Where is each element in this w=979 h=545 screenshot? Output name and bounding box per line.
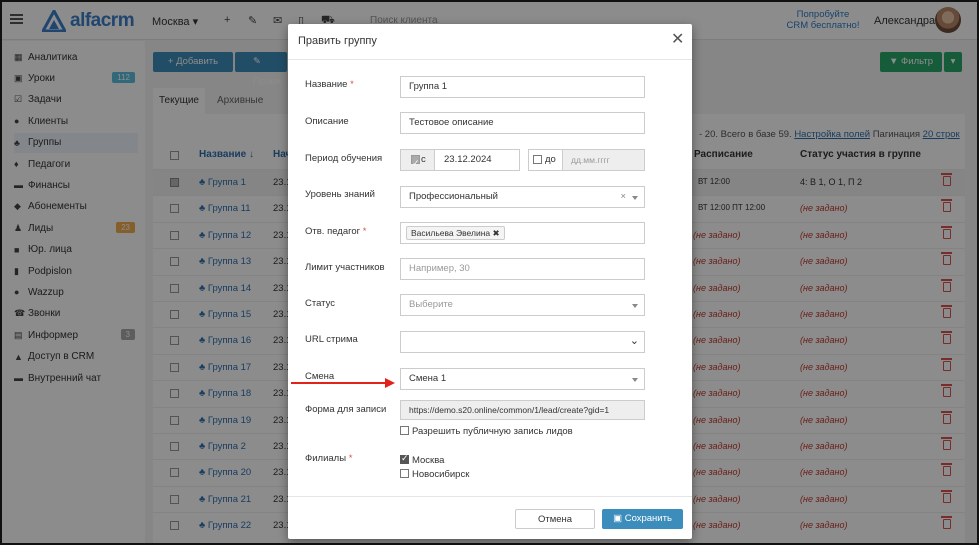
teacher-select[interactable]: Васильева Эвелина ✖ [400, 222, 645, 244]
period-label: Период обучения [305, 153, 383, 164]
branch-moscow-label: Москва [412, 455, 445, 466]
description-label: Описание [305, 116, 349, 127]
cancel-button[interactable]: Отмена [515, 509, 595, 529]
public-lead-checkbox[interactable] [400, 426, 409, 435]
form-label: Форма для записи [305, 404, 387, 415]
description-input[interactable]: Тестовое описание [400, 112, 645, 134]
teacher-label: Отв. педагог * [305, 226, 367, 237]
chevron-down-icon: ⌄ [629, 335, 639, 347]
period-to-date-input[interactable]: дд.мм.гггг [571, 150, 610, 170]
status-placeholder: Выберите [409, 299, 453, 310]
name-label: Название * [305, 79, 354, 90]
branch-novosibirsk-checkbox[interactable] [400, 469, 409, 478]
required-mark: * [362, 226, 367, 237]
save-button[interactable]: ▣ Сохранить [602, 509, 683, 529]
period-from-date[interactable]: 23.12.2024 [444, 150, 492, 170]
group-name-input[interactable]: Группа 1 [400, 76, 645, 98]
period-from-addon: с [401, 150, 435, 173]
limit-label: Лимит участников [305, 262, 385, 273]
form-url-field[interactable]: https://demo.s20.online/common/1/lead/cr… [400, 400, 645, 420]
close-icon[interactable]: ✕ [671, 32, 684, 48]
period-to-group: до дд.мм.гггг [528, 149, 645, 171]
period-from-group: с 23.12.2024 [400, 149, 520, 173]
branch-novosibirsk-label: Новосибирск [412, 469, 470, 480]
public-lead-label: Разрешить публичную запись лидов [412, 426, 573, 437]
chevron-down-icon [632, 196, 638, 200]
app-window: alfacrm Москва ▾ + ✎ ✉ ▯ ⛟ Поиск клиента… [0, 0, 979, 545]
required-mark: * [350, 79, 354, 90]
level-label: Уровень знаний [305, 189, 375, 200]
stream-url-select[interactable]: ⌄ [400, 331, 645, 353]
modal-header-divider [288, 59, 692, 60]
status-select[interactable]: Выберите [400, 294, 645, 316]
modal-title: Править группу [298, 35, 377, 47]
annotation-arrow-head [385, 378, 395, 388]
chevron-down-icon [632, 304, 638, 308]
save-label: Сохранить [624, 513, 672, 524]
modal-footer-divider [288, 496, 692, 497]
name-label-text: Название [305, 79, 348, 90]
limit-input[interactable]: Например, 30 [400, 258, 645, 280]
chevron-down-icon [632, 378, 638, 382]
level-value: Профессиональный [409, 191, 498, 202]
teacher-tag[interactable]: Васильева Эвелина ✖ [406, 226, 505, 240]
period-to-checkbox[interactable] [533, 155, 542, 164]
branch-moscow-checkbox[interactable] [400, 453, 409, 464]
save-icon: ▣ [613, 513, 623, 524]
stream-url-label: URL стрима [305, 334, 358, 345]
edit-group-modal: Править группу ✕ Название * Группа 1 Опи… [288, 24, 692, 539]
shift-label: Смена [305, 371, 335, 382]
status-label: Статус [305, 298, 336, 309]
shift-value: Смена 1 [409, 373, 447, 384]
period-to-label: до [545, 154, 556, 165]
annotation-arrow-line [291, 382, 386, 384]
period-to-addon: до [529, 150, 563, 170]
clear-icon[interactable]: × [620, 187, 626, 207]
branches-label: Филиалы * [305, 453, 353, 464]
required-mark: * [348, 453, 353, 464]
period-from-checkbox[interactable] [411, 153, 420, 173]
period-from-label: с [421, 154, 426, 165]
level-select[interactable]: Профессиональный × [400, 186, 645, 208]
shift-select[interactable]: Смена 1 [400, 368, 645, 390]
